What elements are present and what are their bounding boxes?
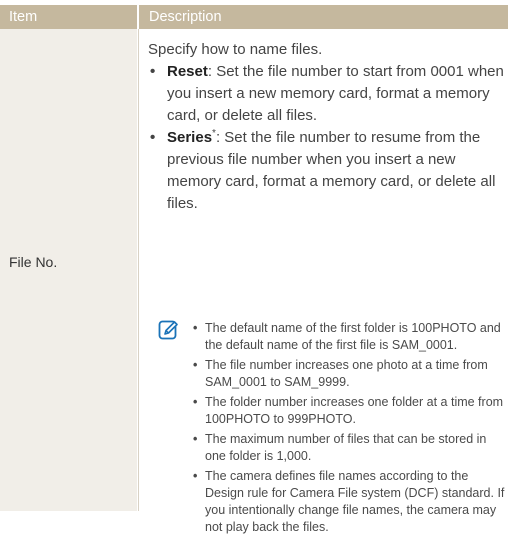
note-pencil-icon — [158, 320, 178, 340]
bullet: • — [193, 358, 198, 372]
note-item: • The default name of the first folder is… — [193, 320, 508, 354]
note-text: The maximum number of files that can be … — [205, 432, 487, 463]
column-divider — [138, 29, 139, 511]
note-item: • The folder number increases one folder … — [193, 394, 508, 428]
item-column — [0, 29, 137, 511]
note-text: The folder number increases one folder a… — [205, 395, 504, 426]
table-header: Item Description — [0, 5, 508, 29]
note-text: The file number increases one photo at a… — [205, 358, 488, 389]
note-text: The camera defines file names according … — [205, 469, 505, 534]
note-item: • The file number increases one photo at … — [193, 357, 508, 391]
option-list: • Reset: Set the file number to start fr… — [148, 61, 508, 215]
bullet: • — [193, 395, 198, 409]
option-reset: • Reset: Set the file number to start fr… — [148, 61, 508, 127]
bullet: • — [150, 63, 156, 80]
bullet: • — [193, 432, 198, 446]
option-series-name: Series — [167, 129, 213, 146]
notes-list: • The default name of the first folder is… — [193, 320, 508, 536]
note-item: • The maximum number of files that can be… — [193, 431, 508, 465]
notes-block: • The default name of the first folder is… — [193, 320, 508, 539]
header-description: Description — [139, 5, 508, 29]
note-item: • The camera defines file names according… — [193, 468, 508, 536]
top-strip — [0, 0, 511, 3]
bullet: • — [193, 469, 198, 483]
option-reset-text: : Set the file number to start from 0001… — [167, 63, 504, 124]
bullet: • — [193, 321, 198, 335]
option-reset-name: Reset — [167, 63, 208, 80]
note-text: The default name of the first folder is … — [205, 321, 501, 352]
description-intro: Specify how to name files. — [148, 41, 323, 58]
item-label-file-no: File No. — [9, 254, 58, 270]
option-series: • Series*: Set the file number to resume… — [148, 127, 508, 215]
option-series-text: : Set the file number to resume from the… — [167, 129, 496, 212]
description-cell: Specify how to name files. • Reset: Set … — [148, 39, 508, 215]
header-item: Item — [0, 5, 137, 29]
manual-page: Item Description File No. Specify how to… — [0, 0, 511, 534]
bullet: • — [150, 129, 156, 146]
